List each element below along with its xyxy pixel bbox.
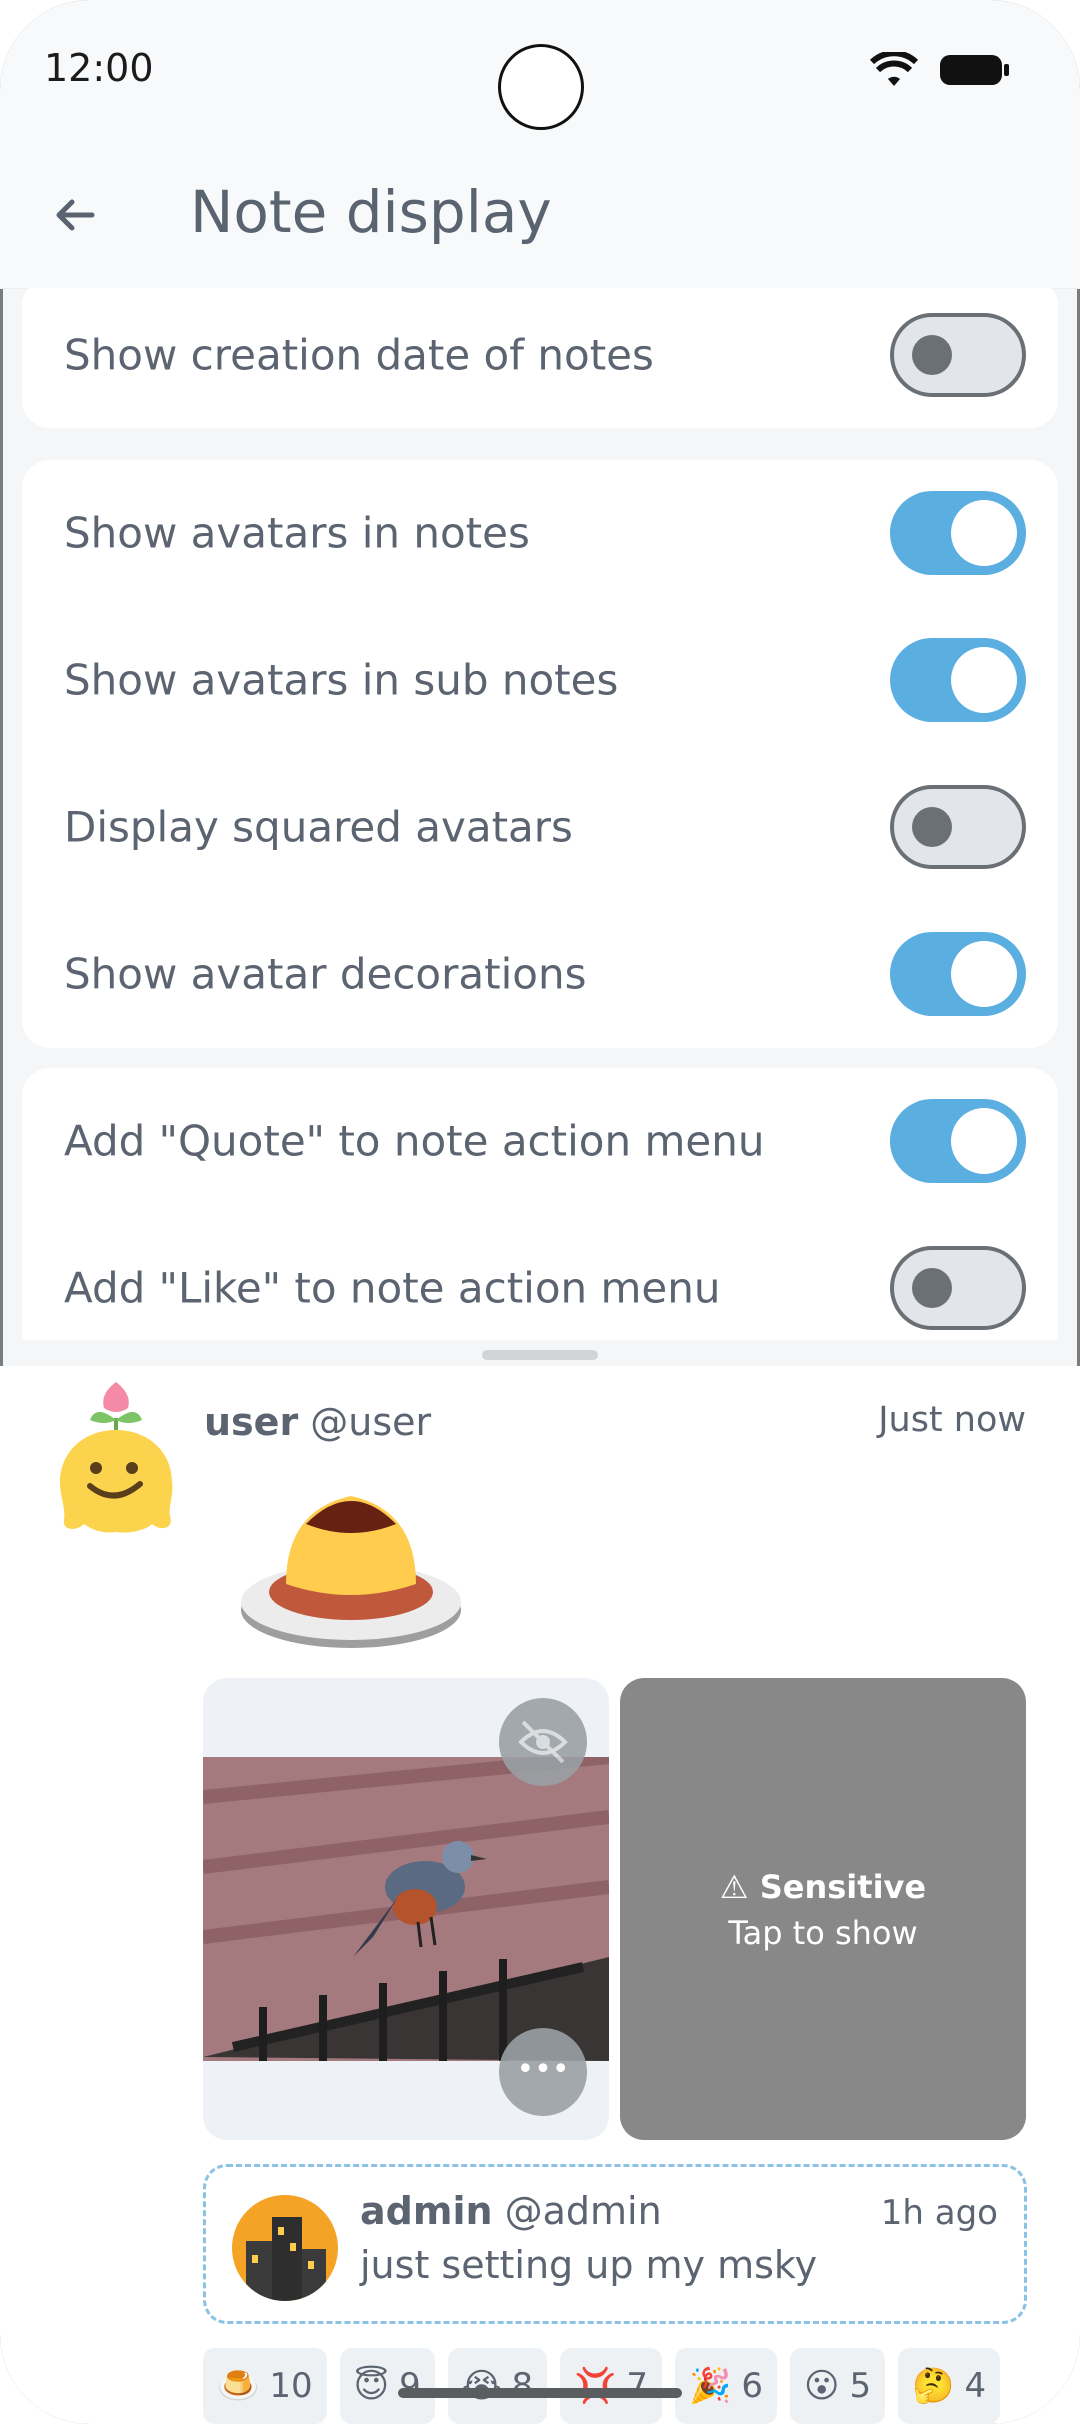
back-arrow-icon[interactable]: [50, 190, 100, 240]
quote-text: just setting up my msky: [360, 2243, 818, 2287]
app-bar: Note display: [0, 150, 1080, 289]
toggle-knob: [951, 500, 1017, 566]
page-title: Note display: [190, 178, 552, 246]
media-image-bird[interactable]: •••: [203, 1678, 609, 2140]
settings-card-date: Show creation date of notes: [22, 288, 1058, 428]
toggle-knob: [951, 1108, 1017, 1174]
status-time: 12:00: [44, 46, 154, 90]
sensitive-label: ⚠ Sensitive: [719, 1868, 927, 1906]
setting-label: Show avatars in sub notes: [64, 655, 619, 705]
phone-frame: 12:00 Note display Show creation date of…: [0, 0, 1080, 2424]
battery-icon: [940, 55, 1009, 85]
reaction-tada[interactable]: 🎉 6: [675, 2348, 778, 2424]
hide-media-button[interactable]: [499, 1698, 587, 1786]
preview-drag-handle[interactable]: [482, 1350, 598, 1360]
user-avatar[interactable]: [56, 1374, 176, 1534]
toggle-avatars-subnotes[interactable]: [890, 638, 1026, 722]
setting-row-like-action[interactable]: Add "Like" to note action menu: [22, 1215, 1058, 1340]
reactions-bar: 🍮 10 😇 9 😭 8 💢 7 🎉 6 😮 5 🤔 4: [203, 2348, 1001, 2424]
toggle-creation-date[interactable]: [890, 313, 1026, 397]
quote-timestamp: 1h ago: [880, 2193, 998, 2233]
settings-card-actions: Add "Quote" to note action menu Add "Lik…: [22, 1068, 1058, 1340]
setting-label: Show creation date of notes: [64, 330, 654, 380]
note-timestamp: Just now: [878, 1400, 1026, 1440]
system-icons: [870, 52, 1010, 88]
settings-list: Show creation date of notes Show avatars…: [0, 288, 1080, 1340]
setting-row-avatars-notes[interactable]: Show avatars in notes: [22, 460, 1058, 606]
toggle-knob: [912, 335, 952, 375]
reaction-open-mouth[interactable]: 😮 5: [790, 2348, 886, 2424]
toggle-squared-avatars[interactable]: [890, 785, 1026, 869]
toggle-knob: [912, 807, 952, 847]
wifi-icon: [870, 52, 918, 86]
toggle-like-action[interactable]: [890, 1246, 1026, 1330]
setting-label: Show avatars in notes: [64, 508, 530, 558]
eye-off-icon: [518, 1720, 568, 1764]
author-handle: @user: [310, 1400, 432, 1444]
warning-icon: ⚠: [719, 1868, 760, 1906]
quote-author-name: admin: [360, 2189, 493, 2233]
media-more-button[interactable]: •••: [499, 2028, 587, 2116]
toggle-knob: [951, 941, 1017, 1007]
toggle-avatars-notes[interactable]: [890, 491, 1026, 575]
setting-label: Add "Like" to note action menu: [64, 1263, 721, 1313]
setting-label: Show avatar decorations: [64, 949, 587, 999]
reaction-anger[interactable]: 💢 7: [560, 2348, 663, 2424]
setting-row-avatar-decorations[interactable]: Show avatar decorations: [22, 901, 1058, 1047]
quote-author-handle: @admin: [504, 2189, 662, 2233]
reaction-sob[interactable]: 😭 8: [447, 2348, 548, 2424]
quote-author: admin @admin: [360, 2189, 662, 2233]
status-bar: 12:00: [0, 0, 1080, 150]
bird-photo: [203, 1757, 609, 2061]
quoted-note[interactable]: admin @admin 1h ago just setting up my m…: [203, 2164, 1027, 2324]
setting-row-creation-date[interactable]: Show creation date of notes: [22, 288, 1058, 428]
reaction-thinking[interactable]: 🤔 4: [898, 2348, 1001, 2424]
toggle-knob: [912, 1268, 952, 1308]
reaction-halo[interactable]: 😇 9: [339, 2348, 435, 2424]
settings-card-avatars: Show avatars in notes Show avatars in su…: [22, 460, 1058, 1048]
setting-row-quote-action[interactable]: Add "Quote" to note action menu: [22, 1068, 1058, 1214]
setting-label: Add "Quote" to note action menu: [64, 1116, 765, 1166]
toggle-avatar-decorations[interactable]: [890, 932, 1026, 1016]
pudding-emoji: [241, 1496, 461, 1648]
admin-avatar[interactable]: [232, 2195, 338, 2301]
toggle-quote-action[interactable]: [890, 1099, 1026, 1183]
author-name: user: [204, 1400, 299, 1444]
sensitive-media[interactable]: ⚠ Sensitive Tap to show: [620, 1678, 1026, 2140]
setting-label: Display squared avatars: [64, 802, 573, 852]
setting-row-avatars-subnotes[interactable]: Show avatars in sub notes: [22, 607, 1058, 753]
reaction-pudding[interactable]: 🍮 10: [203, 2348, 327, 2424]
note-author[interactable]: user @user: [204, 1400, 431, 1444]
camera-cutout: [498, 44, 584, 130]
setting-row-squared-avatars[interactable]: Display squared avatars: [22, 754, 1058, 900]
tap-to-show-label: Tap to show: [728, 1914, 918, 1952]
gesture-nav-bar[interactable]: [398, 2388, 682, 2398]
city-icon: [246, 2217, 326, 2301]
toggle-knob: [951, 647, 1017, 713]
